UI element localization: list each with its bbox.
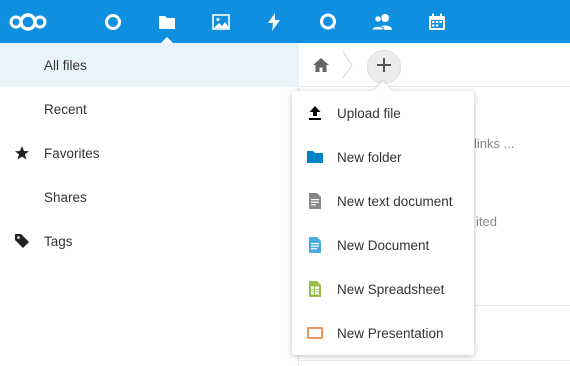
sidebar-item-label: All files (44, 57, 87, 73)
menu-item-new-text-document[interactable]: New text document (292, 179, 474, 223)
document-icon (307, 237, 323, 253)
menu-item-label: Upload file (337, 105, 401, 121)
sidebar-item-recent[interactable]: Recent (0, 87, 299, 131)
sidebar-item-shares[interactable]: Shares (0, 175, 299, 219)
plus-icon (377, 57, 391, 77)
sidebar: All files Recent Favorites Shares Tags (0, 43, 299, 366)
talk-icon[interactable] (316, 0, 340, 43)
menu-item-new-presentation[interactable]: New Presentation (292, 311, 474, 355)
star-icon (14, 145, 30, 161)
sidebar-item-label: Shares (44, 189, 87, 205)
divider (300, 360, 570, 361)
activity-icon[interactable] (262, 0, 286, 43)
menu-item-new-document[interactable]: New Document (292, 223, 474, 267)
sidebar-item-all-files[interactable]: All files (0, 43, 299, 87)
menu-item-label: New text document (337, 193, 453, 209)
new-button[interactable] (367, 50, 401, 84)
background-text: ited (476, 214, 497, 229)
menu-item-label: New folder (337, 149, 402, 165)
menu-item-label: New Presentation (337, 325, 444, 341)
home-icon[interactable] (312, 57, 330, 73)
folder-icon (307, 149, 323, 165)
background-text: links ... (474, 136, 515, 151)
text-document-icon (307, 193, 323, 209)
new-file-menu: Upload file New folder New text document… (292, 81, 474, 355)
menu-item-label: New Spreadsheet (337, 281, 445, 297)
breadcrumb (300, 43, 570, 87)
sidebar-item-favorites[interactable]: Favorites (0, 131, 299, 175)
menu-item-new-folder[interactable]: New folder (292, 135, 474, 179)
upload-icon (307, 105, 323, 121)
app-header (0, 0, 570, 44)
sidebar-item-label: Favorites (44, 145, 100, 161)
menu-item-upload-file[interactable]: Upload file (292, 91, 474, 135)
calendar-icon[interactable] (425, 0, 449, 43)
sidebar-item-label: Tags (44, 233, 73, 249)
dashboard-icon[interactable] (101, 0, 125, 43)
sidebar-item-label: Recent (44, 101, 87, 117)
presentation-icon (307, 325, 323, 341)
spreadsheet-icon (307, 281, 323, 297)
menu-item-label: New Document (337, 237, 430, 253)
photos-icon[interactable] (209, 0, 233, 43)
menu-item-new-spreadsheet[interactable]: New Spreadsheet (292, 267, 474, 311)
sidebar-item-tags[interactable]: Tags (0, 219, 299, 263)
tag-icon (14, 233, 30, 249)
nextcloud-logo-icon[interactable] (8, 0, 48, 43)
breadcrumb-separator-icon (342, 51, 354, 79)
contacts-icon[interactable] (370, 0, 394, 43)
